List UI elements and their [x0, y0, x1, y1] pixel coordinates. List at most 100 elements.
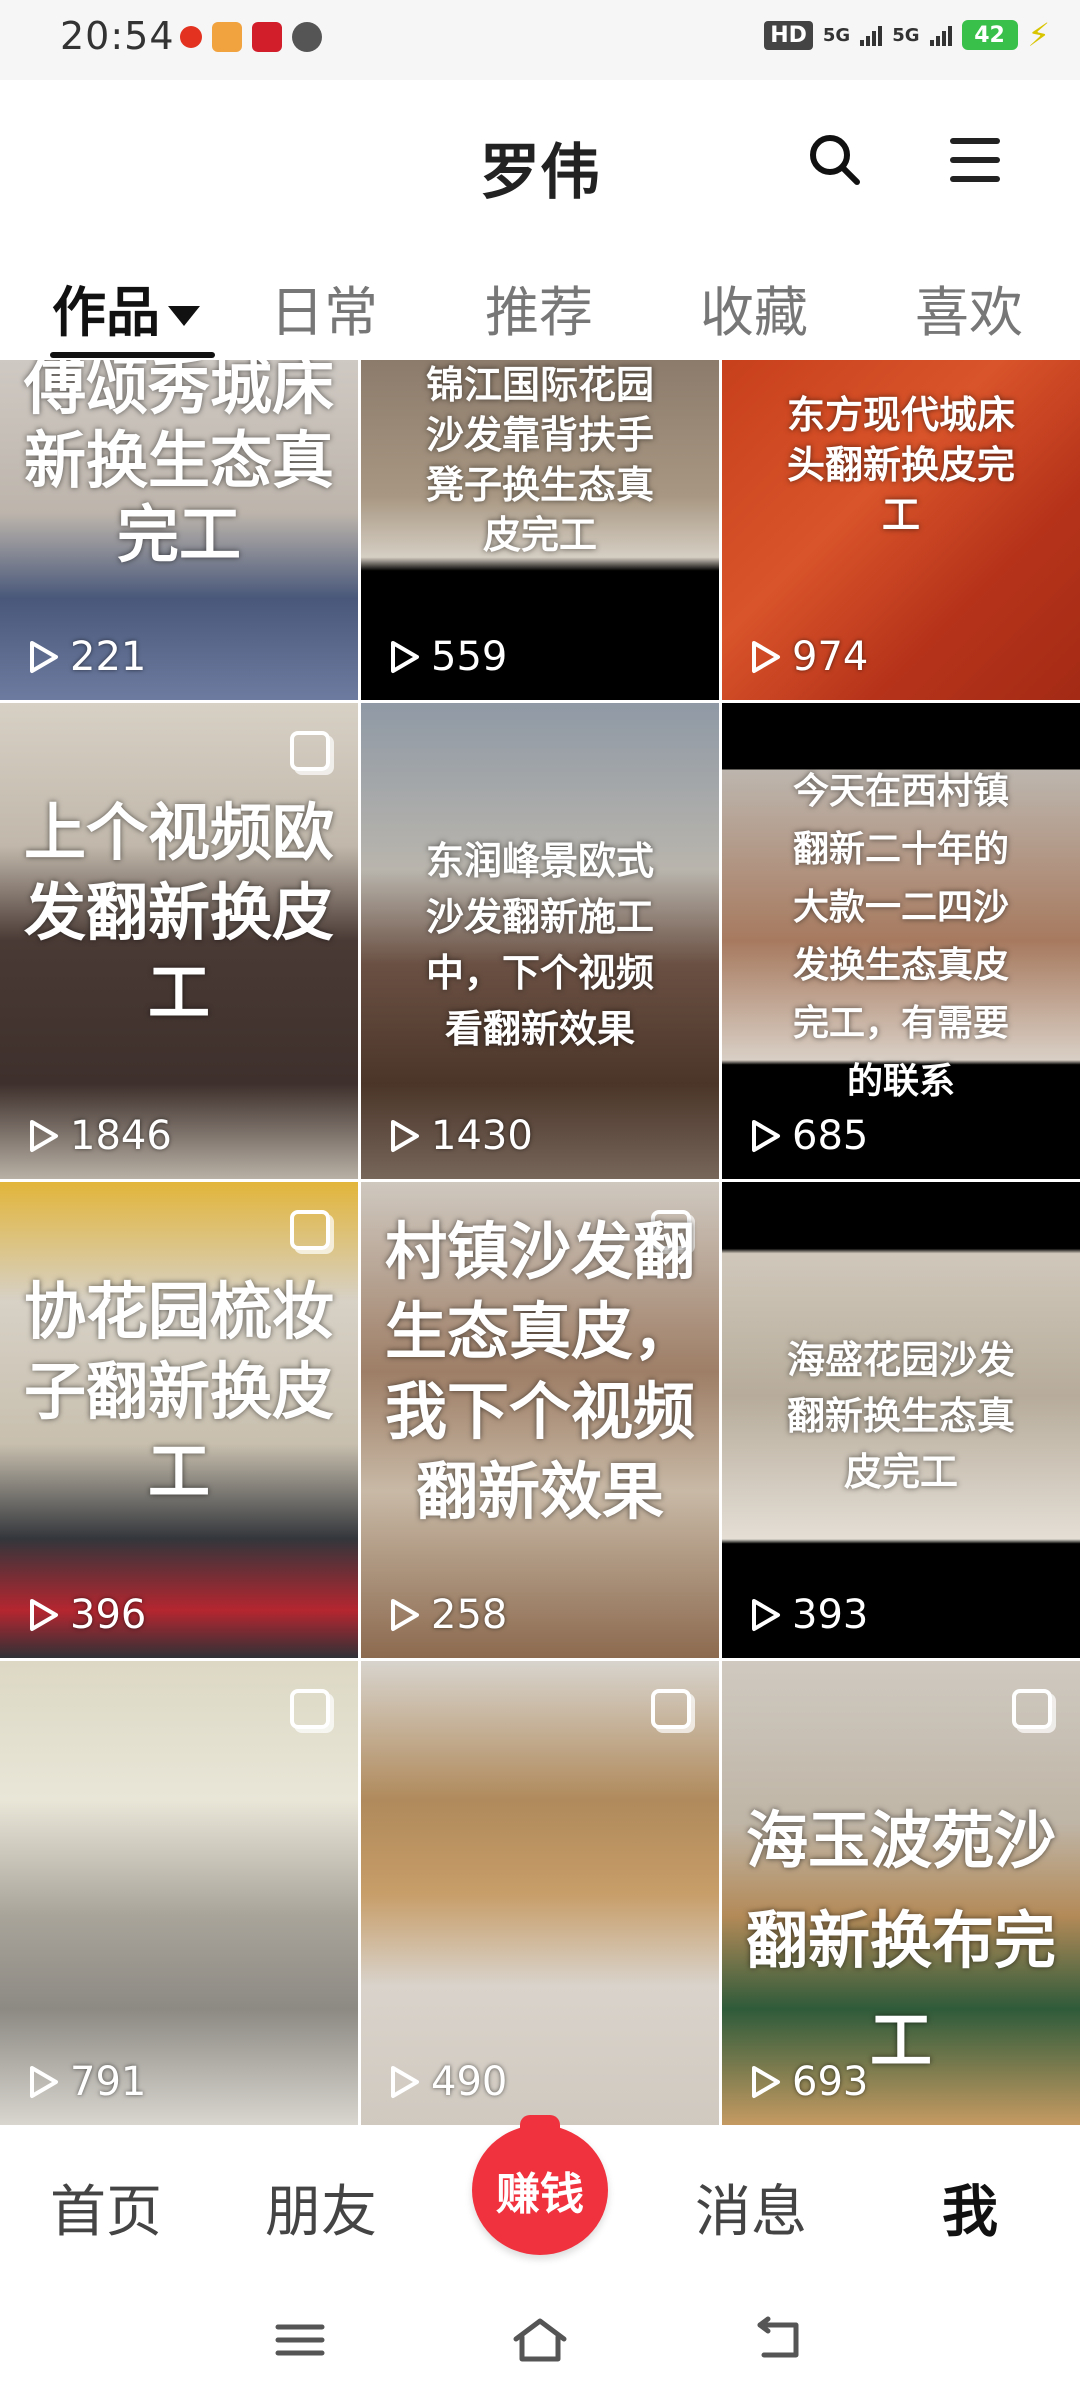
play-icon [30, 1120, 58, 1152]
play-count: 693 [744, 2059, 868, 2105]
play-count-value: 258 [431, 1592, 508, 1638]
battery-icon: 42 [961, 20, 1018, 50]
status-bar: 20:54 HD 5G 5G 42 ⚡ [0, 0, 1080, 80]
play-count-value: 685 [792, 1113, 869, 1159]
video-caption-line: 翻新换生态真 [786, 1394, 1015, 1438]
video-caption-line: 村镇沙发翻 [384, 1215, 695, 1288]
back-icon[interactable] [750, 2315, 810, 2365]
hd-label: HD [764, 20, 813, 50]
video-thumbnail[interactable]: 东方现代城床 头翻新换皮完 工 974 [722, 360, 1080, 700]
tab-daily[interactable]: 日常 [270, 268, 378, 347]
home-icon[interactable] [510, 2315, 570, 2365]
video-caption-line: 中，下个视频 [425, 951, 654, 995]
video-caption-line: 协花园梳妆 [23, 1275, 334, 1348]
video-caption-line: 我下个视频 [384, 1375, 695, 1448]
play-count-value: 393 [792, 1592, 869, 1638]
network-label: 5G [892, 24, 920, 46]
play-icon [752, 1120, 780, 1152]
recent-apps-icon[interactable] [270, 2315, 330, 2365]
nav-friends[interactable]: 朋友 [265, 2167, 377, 2248]
play-count: 221 [22, 634, 146, 680]
video-caption-line: 翻新效果 [415, 1455, 664, 1528]
multi-image-icon [290, 1210, 330, 1250]
bottom-nav: 首页 朋友 赚钱 消息 我 [0, 2115, 1080, 2275]
play-icon [752, 641, 780, 673]
tab-favorites[interactable]: 收藏 [700, 268, 808, 347]
weibo-icon [292, 22, 322, 52]
profile-header: 罗伟 [0, 80, 1080, 240]
video-thumbnail[interactable]: 上个视频欧 发翻新换皮 工 1846 [0, 703, 358, 1179]
play-icon [30, 2066, 58, 2098]
play-icon [391, 1599, 419, 1631]
nav-messages[interactable]: 消息 [695, 2167, 807, 2248]
video-caption-line: 东方现代城床 [786, 393, 1015, 437]
video-thumbnail[interactable]: 今天在西村镇 翻新二十年的 大款一二四沙 发换生态真皮 完工，有需要 的联系 6… [722, 703, 1080, 1179]
video-caption-line: 凳子换生态真 [425, 463, 654, 507]
tab-liked[interactable]: 喜欢 [915, 268, 1023, 347]
tab-works[interactable]: 作品 [52, 268, 200, 347]
video-caption-line: 完工，有需要 [792, 1003, 1009, 1044]
video-caption-line: 发翻新换皮 [23, 876, 334, 949]
multi-image-icon [290, 731, 330, 771]
notification-icons [180, 22, 322, 52]
active-tab-indicator [50, 352, 215, 358]
play-count: 791 [22, 2059, 146, 2105]
play-count: 393 [744, 1592, 868, 1638]
play-icon [30, 641, 58, 673]
video-thumbnail[interactable]: 海盛花园沙发 翻新换生态真 皮完工 393 [722, 1182, 1080, 1658]
nav-me[interactable]: 我 [942, 2167, 998, 2248]
play-icon [752, 2066, 780, 2098]
video-caption-line: 工 [881, 493, 920, 537]
video-caption-line: 今天在西村镇 [792, 771, 1009, 812]
video-caption-line: 工 [147, 956, 210, 1029]
play-count-value: 221 [70, 634, 147, 680]
video-caption-line: 看翻新效果 [444, 1007, 635, 1051]
tab-label: 作品 [52, 281, 160, 344]
content-tabs: 作品 日常 推荐 收藏 喜欢 [0, 240, 1080, 360]
video-caption-line: 皮完工 [843, 1450, 958, 1494]
app-notification-icon [180, 26, 202, 48]
play-count-value: 791 [70, 2059, 147, 2105]
play-count-value: 1430 [431, 1113, 533, 1159]
video-thumbnail[interactable]: 490 [361, 1661, 719, 2125]
video-caption-line: 工 [147, 1435, 210, 1508]
tab-recommended[interactable]: 推荐 [485, 268, 593, 347]
system-nav-bar [0, 2275, 1080, 2400]
video-thumbnail[interactable]: 协花园梳妆 子翻新换皮 工 396 [0, 1182, 358, 1658]
search-icon[interactable] [805, 130, 865, 190]
status-right: HD 5G 5G 42 ⚡ [764, 16, 1050, 54]
video-thumbnail[interactable]: 傅颂秀城床 新换生态真 完工 221 [0, 360, 358, 700]
video-thumbnail[interactable]: 村镇沙发翻 生态真皮， 我下个视频 翻新效果 258 [361, 1182, 719, 1658]
video-caption-line: 皮完工 [482, 513, 597, 557]
video-caption-line: 翻新二十年的 [792, 829, 1009, 870]
video-thumbnail[interactable]: 791 [0, 1661, 358, 2125]
play-icon [752, 1599, 780, 1631]
play-count: 559 [383, 634, 507, 680]
play-count: 1430 [383, 1113, 533, 1159]
caret-down-icon [168, 306, 200, 327]
video-thumbnail[interactable]: 锦江国际花园 沙发靠背扶手 凳子换生态真 皮完工 559 [361, 360, 719, 700]
play-count-value: 693 [792, 2059, 869, 2105]
nav-home[interactable]: 首页 [50, 2167, 162, 2248]
video-caption-line: 大款一二四沙 [792, 887, 1009, 928]
video-caption-line: 傅颂秀城床 [23, 360, 334, 423]
play-count-value: 559 [431, 634, 508, 680]
signal-icon [860, 24, 883, 46]
app-notification-icon [212, 22, 242, 52]
multi-image-icon [290, 1689, 330, 1729]
video-caption-line: 发换生态真皮 [792, 945, 1009, 986]
video-thumbnail[interactable]: 东润峰景欧式 沙发翻新施工 中，下个视频 看翻新效果 1430 [361, 703, 719, 1179]
earn-button[interactable]: 赚钱 [472, 2115, 608, 2255]
signal-icon [929, 24, 952, 46]
play-icon [30, 1599, 58, 1631]
play-icon [391, 2066, 419, 2098]
play-count-value: 396 [70, 1592, 147, 1638]
network-label: 5G [822, 24, 851, 46]
multi-image-icon [1012, 1689, 1052, 1729]
menu-icon[interactable] [950, 138, 1000, 182]
video-thumbnail[interactable]: 海玉波苑沙 翻新换布完工 693 [722, 1661, 1080, 2125]
play-count: 685 [744, 1113, 868, 1159]
video-caption-line: 新换生态真 [23, 424, 334, 497]
video-caption-line: 生态真皮， [384, 1295, 695, 1368]
play-count-value: 1846 [70, 1113, 172, 1159]
